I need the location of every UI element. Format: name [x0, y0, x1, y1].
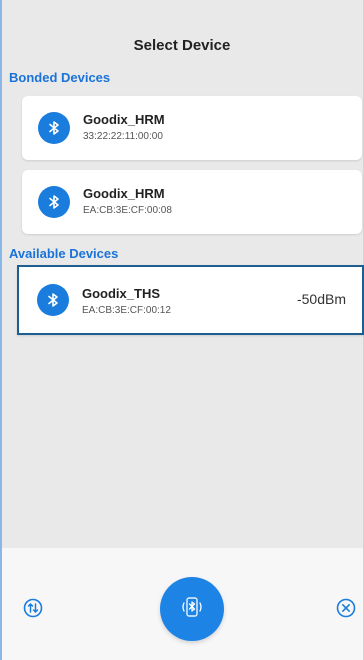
device-name: Goodix_HRM	[83, 186, 165, 201]
sort-icon[interactable]	[23, 598, 43, 618]
device-name: Goodix_THS	[82, 286, 161, 301]
bonded-device-card[interactable]: Goodix_HRM EA:CB:3E:CF:00:08	[22, 170, 362, 234]
available-device-card[interactable]: Goodix_THS EA:CB:3E:CF:00:12 -50dBm	[17, 265, 364, 335]
bluetooth-icon	[37, 284, 69, 316]
bluetooth-icon	[38, 186, 70, 218]
device-address: EA:CB:3E:CF:00:12	[82, 305, 171, 316]
bluetooth-scan-icon	[179, 594, 205, 625]
bluetooth-icon	[38, 112, 70, 144]
bonded-device-card[interactable]: Goodix_HRM 33:22:22:11:00:00	[22, 96, 362, 160]
device-address: 33:22:22:11:00:00	[83, 131, 163, 142]
device-rssi: -50dBm	[296, 291, 346, 307]
scan-button[interactable]	[160, 577, 224, 641]
device-address: EA:CB:3E:CF:00:08	[83, 205, 172, 216]
section-bonded-devices: Bonded Devices	[9, 70, 111, 85]
section-available-devices: Available Devices	[9, 246, 119, 261]
page-title: Select Device	[133, 37, 231, 54]
close-icon[interactable]	[336, 598, 356, 618]
device-name: Goodix_HRM	[83, 112, 165, 127]
